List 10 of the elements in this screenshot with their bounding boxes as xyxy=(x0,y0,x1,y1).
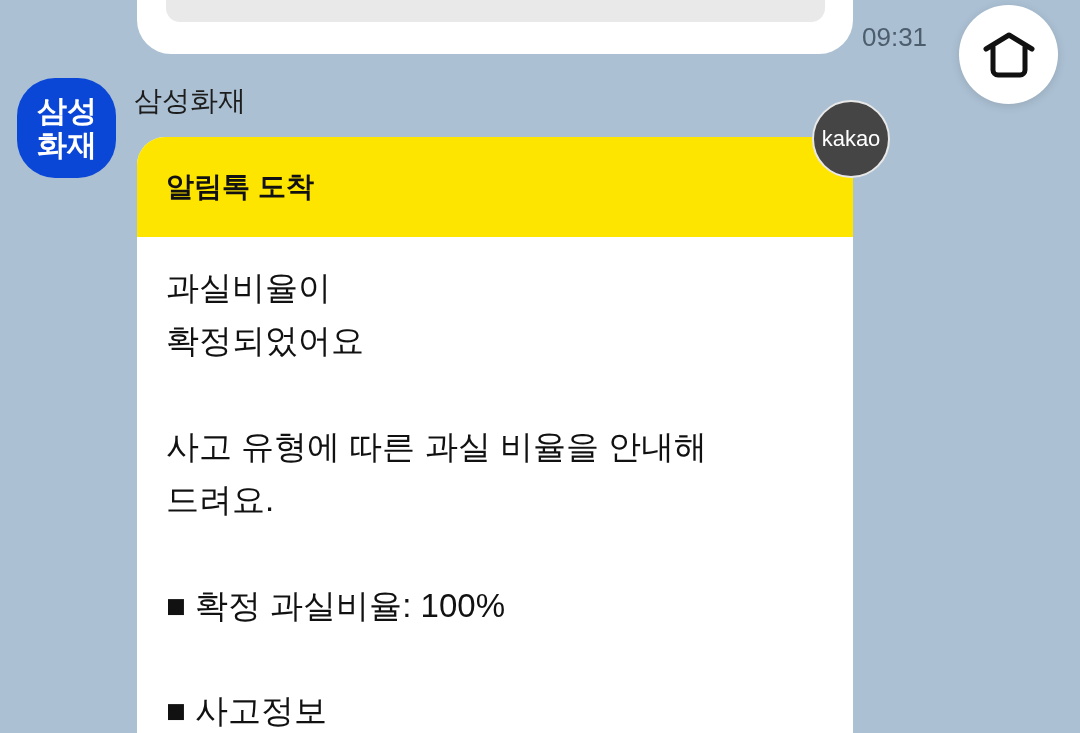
kakao-badge: kakao xyxy=(812,100,890,178)
message-text: 사고 유형에 따른 과실 비율을 안내해 드려요. xyxy=(166,427,708,520)
home-icon xyxy=(982,31,1035,78)
message-text: 과실비율이 확정되었어요 xyxy=(166,268,365,361)
sender-name: 삼성화재 xyxy=(134,84,246,118)
message-text: ■ 확정 과실비율: 100% xyxy=(166,586,506,626)
card-title: 알림톡 도착 xyxy=(166,170,314,204)
message-time: 09:31 xyxy=(862,22,928,52)
message-text: ■ 사고정보 xyxy=(166,691,329,731)
profile-avatar[interactable]: 삼성 화재 xyxy=(17,78,116,178)
